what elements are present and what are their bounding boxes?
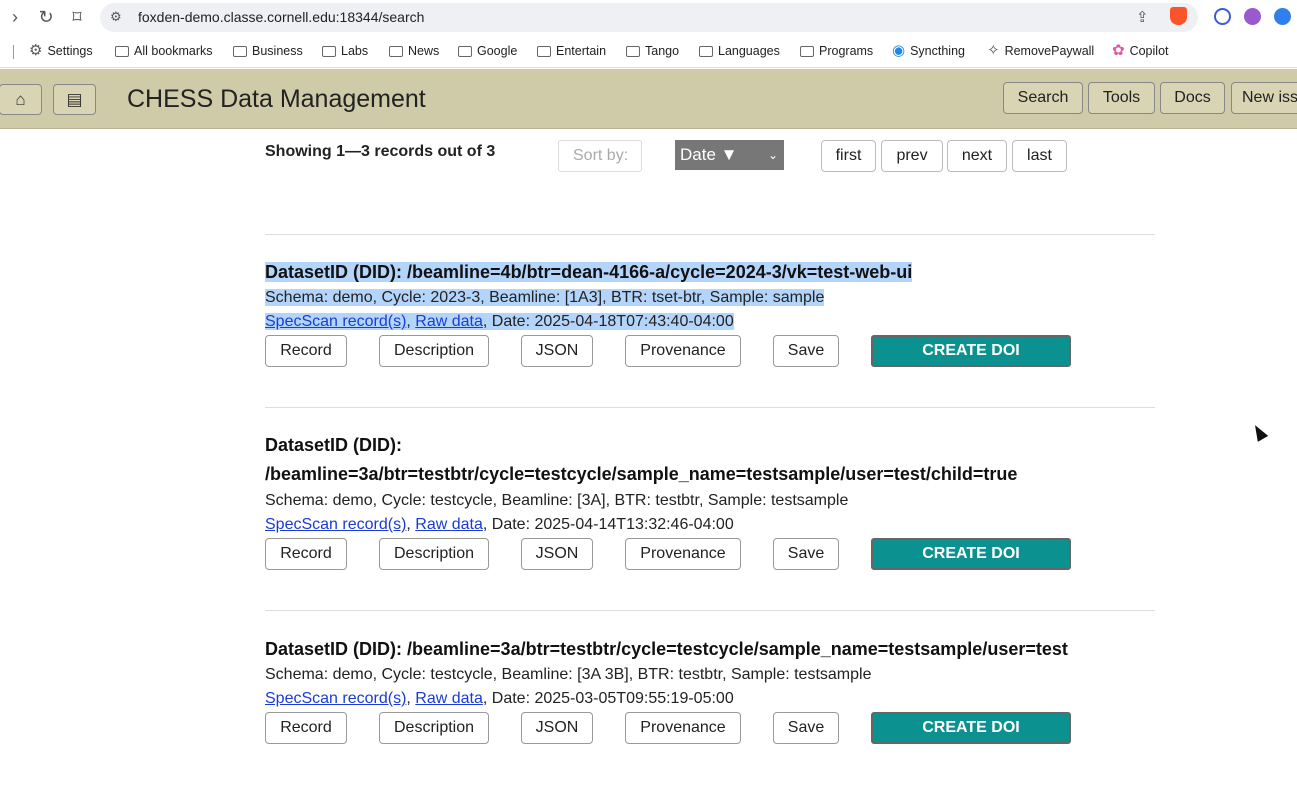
- chevron-down-icon: ⌄: [767, 148, 778, 162]
- removepaywall-icon: ✧: [987, 42, 1000, 59]
- record-title: DatasetID (DID): /beamline=3a/btr=testbt…: [265, 639, 1068, 659]
- bookmark-entertain[interactable]: Entertain: [537, 44, 606, 58]
- specscan-link[interactable]: SpecScan record(s): [265, 516, 406, 533]
- folder-icon: [389, 45, 403, 57]
- json-button[interactable]: JSON: [521, 712, 593, 744]
- notebook-icon: ▤: [66, 90, 83, 109]
- home-icon: ⌂: [15, 90, 26, 109]
- gear-icon: ⚙: [29, 42, 43, 59]
- divider: [265, 234, 1155, 235]
- share-icon[interactable]: ⇪: [1136, 8, 1149, 26]
- record-title: DatasetID (DID): /beamline=4b/btr=dean-4…: [265, 262, 913, 282]
- bookmark-business[interactable]: Business: [233, 44, 303, 58]
- brave-shield-icon[interactable]: [1170, 7, 1187, 25]
- json-button[interactable]: JSON: [521, 335, 593, 367]
- folder-icon: [699, 45, 713, 57]
- record-links: SpecScan record(s), Raw data, Date: 2025…: [265, 516, 734, 533]
- folder-icon: [322, 45, 336, 57]
- record-links: SpecScan record(s), Raw data, Date: 2025…: [265, 313, 734, 330]
- bookmark-news[interactable]: News: [389, 44, 439, 58]
- record-meta: Schema: demo, Cycle: 2023-3, Beamline: […: [265, 289, 825, 306]
- folder-icon: [458, 45, 472, 57]
- save-button[interactable]: Save: [773, 712, 839, 744]
- site-info-icon[interactable]: ⚙: [110, 9, 122, 25]
- create-doi-button[interactable]: CREATE DOI: [871, 712, 1071, 744]
- app-header: ⌂ ▤ CHESS Data Management Search Tools D…: [0, 69, 1297, 129]
- divider: [265, 407, 1155, 408]
- results-count: Showing 1—3 records out of 3: [265, 143, 496, 160]
- record-button[interactable]: Record: [265, 538, 347, 570]
- folder-icon: [537, 45, 551, 57]
- home-button[interactable]: ⌂: [0, 84, 42, 115]
- record-links: SpecScan record(s), Raw data, Date: 2025…: [265, 690, 734, 707]
- bookmark-programs[interactable]: Programs: [800, 44, 873, 58]
- extension-icon[interactable]: [1274, 8, 1291, 25]
- forward-icon[interactable]: ›: [4, 6, 26, 28]
- folder-icon: [115, 45, 129, 57]
- url-text[interactable]: foxden-demo.classe.cornell.edu:18344/sea…: [138, 9, 424, 25]
- first-page-button[interactable]: first: [821, 140, 876, 172]
- new-issue-button[interactable]: New iss: [1231, 82, 1297, 114]
- record-meta: Schema: demo, Cycle: testcycle, Beamline…: [265, 492, 849, 509]
- description-button[interactable]: Description: [379, 538, 489, 570]
- provenance-button[interactable]: Provenance: [625, 335, 741, 367]
- reload-icon[interactable]: ↻: [35, 6, 57, 28]
- bookmark-removepaywall[interactable]: ✧ RemovePaywall: [987, 42, 1094, 59]
- create-doi-button[interactable]: CREATE DOI: [871, 335, 1071, 367]
- app-title: CHESS Data Management: [127, 85, 426, 113]
- folder-icon: [626, 45, 640, 57]
- address-bar[interactable]: ⚙ foxden-demo.classe.cornell.edu:18344/s…: [100, 3, 1198, 32]
- bookmark-syncthing[interactable]: ◉ Syncthing: [892, 42, 965, 59]
- bookmark-google[interactable]: Google: [458, 44, 517, 58]
- create-doi-button[interactable]: CREATE DOI: [871, 538, 1071, 570]
- bookmark-labs[interactable]: Labs: [322, 44, 368, 58]
- specscan-link[interactable]: SpecScan record(s): [265, 313, 406, 330]
- sort-by-label: Sort by:: [558, 140, 642, 172]
- raw-data-link[interactable]: Raw data: [415, 516, 483, 533]
- next-page-button[interactable]: next: [947, 140, 1007, 172]
- prev-page-button[interactable]: prev: [881, 140, 943, 172]
- provenance-button[interactable]: Provenance: [625, 712, 741, 744]
- save-button[interactable]: Save: [773, 538, 839, 570]
- description-button[interactable]: Description: [379, 712, 489, 744]
- record-title: DatasetID (DID):: [265, 435, 403, 455]
- bookmarks-bar: ⚙ Settings All bookmarks Business Labs Ne…: [0, 36, 1297, 68]
- folder-icon: [233, 45, 247, 57]
- json-button[interactable]: JSON: [521, 538, 593, 570]
- divider: [265, 610, 1155, 611]
- record-title-continued: /beamline=3a/btr=testbtr/cycle=testcycle…: [265, 464, 1018, 484]
- bookmark-icon[interactable]: ⌑: [66, 6, 88, 28]
- bookmark-all[interactable]: All bookmarks: [115, 44, 213, 58]
- divider: [13, 45, 14, 59]
- record-button[interactable]: Record: [265, 335, 347, 367]
- browser-toolbar: › ↻ ⌑ ⚙ foxden-demo.classe.cornell.edu:1…: [0, 0, 1297, 35]
- record-meta: Schema: demo, Cycle: testcycle, Beamline…: [265, 666, 872, 683]
- bookmark-languages[interactable]: Languages: [699, 44, 780, 58]
- description-button[interactable]: Description: [379, 335, 489, 367]
- raw-data-link[interactable]: Raw data: [415, 690, 483, 707]
- last-page-button[interactable]: last: [1012, 140, 1067, 172]
- chat-extension-icon[interactable]: [1214, 8, 1231, 25]
- bookmark-copilot[interactable]: ✿ Copilot: [1112, 42, 1169, 59]
- notebook-button[interactable]: ▤: [53, 84, 96, 115]
- raw-data-link[interactable]: Raw data: [415, 313, 483, 330]
- save-button[interactable]: Save: [773, 335, 839, 367]
- vpn-extension-icon[interactable]: [1244, 8, 1261, 25]
- tools-button[interactable]: Tools: [1088, 82, 1155, 114]
- folder-icon: [800, 45, 814, 57]
- record-button[interactable]: Record: [265, 712, 347, 744]
- specscan-link[interactable]: SpecScan record(s): [265, 690, 406, 707]
- mouse-cursor-icon: [1249, 422, 1269, 442]
- provenance-button[interactable]: Provenance: [625, 538, 741, 570]
- sort-select[interactable]: Date ▼ ⌄: [675, 140, 784, 170]
- bookmark-tango[interactable]: Tango: [626, 44, 679, 58]
- docs-button[interactable]: Docs: [1160, 82, 1225, 114]
- search-button[interactable]: Search: [1003, 82, 1083, 114]
- bookmark-settings[interactable]: ⚙ Settings: [29, 42, 93, 59]
- copilot-icon: ✿: [1112, 42, 1125, 59]
- syncthing-icon: ◉: [892, 42, 906, 59]
